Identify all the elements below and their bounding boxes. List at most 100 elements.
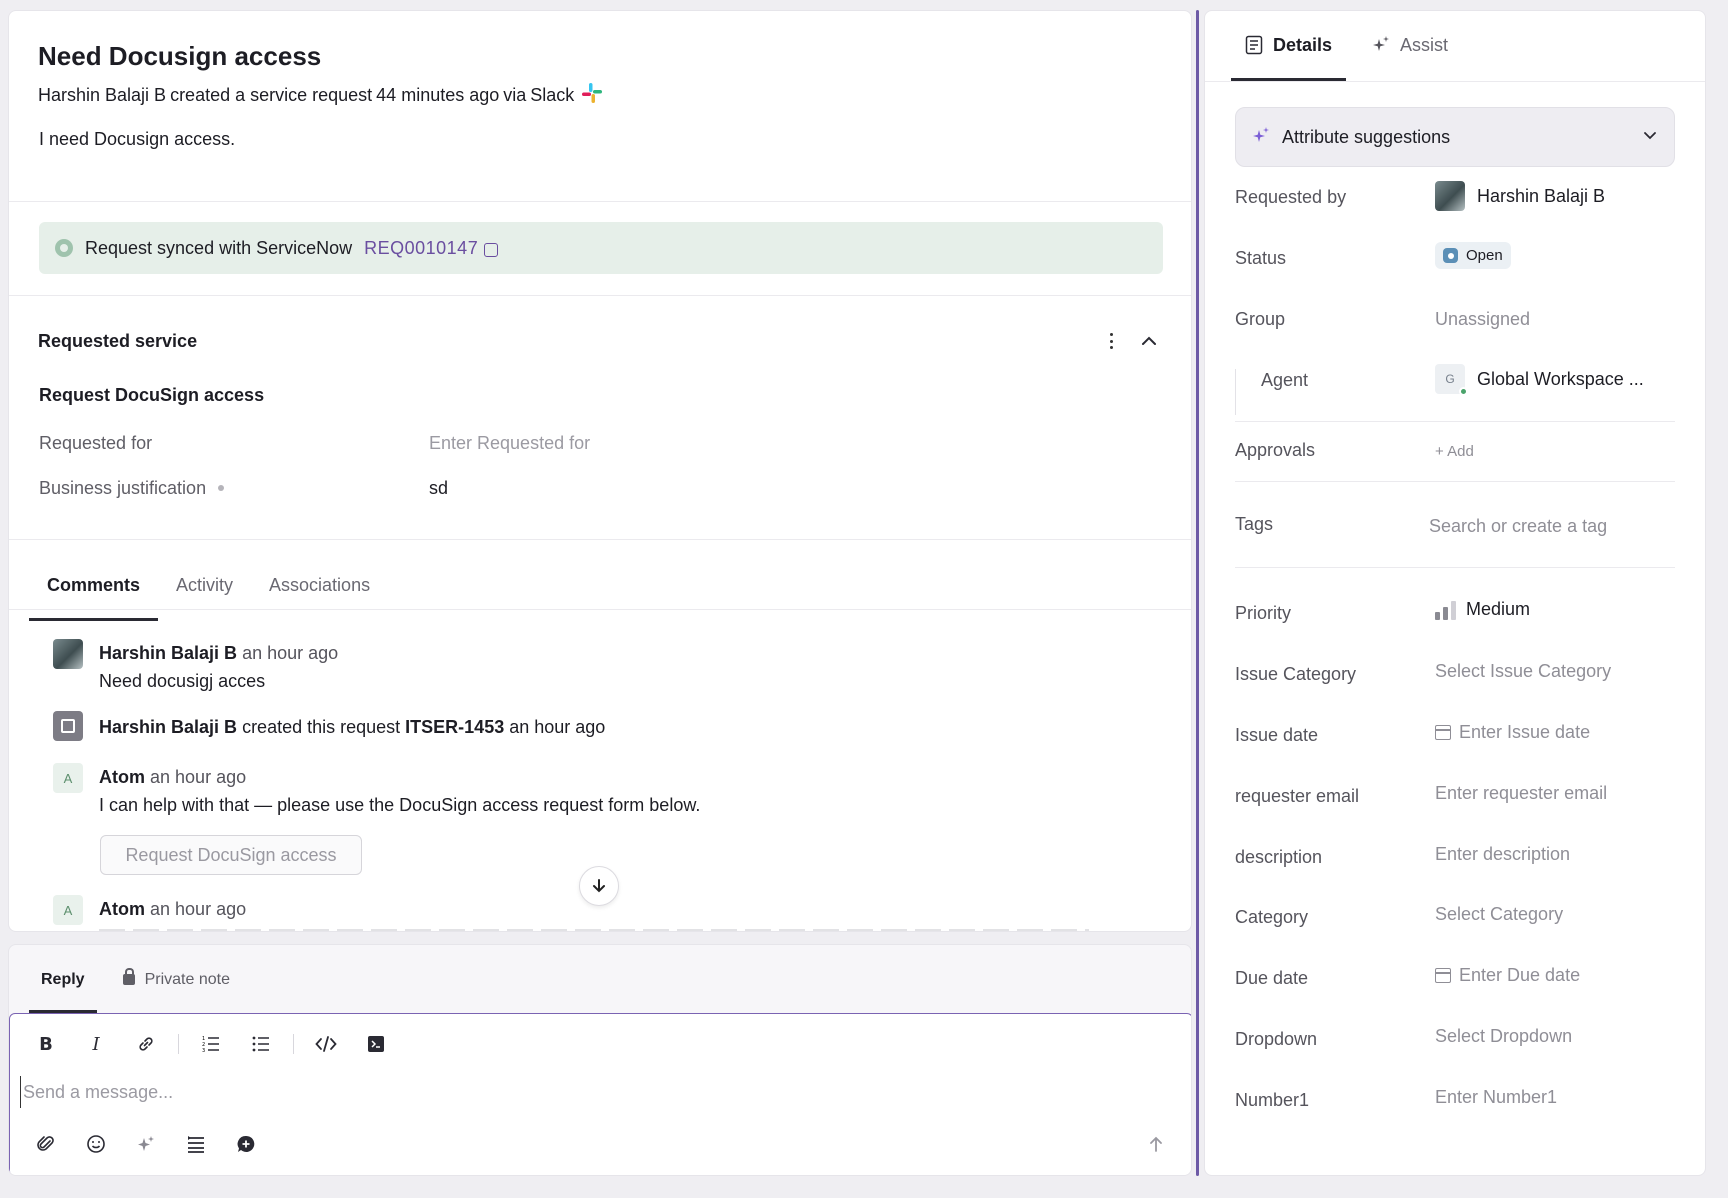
time-ago: 44 minutes ago [376,85,500,105]
divider [9,609,1191,610]
avatar: A [53,763,83,793]
ticket-panel: Need Docusign access Harshin Balaji B cr… [8,10,1192,932]
tab-assist[interactable]: Assist [1358,11,1462,81]
requested-for-input[interactable]: Enter Requested for [429,433,590,454]
details-panel: Details Assist Attribute suggestions Req… [1204,10,1706,1176]
chevron-up-icon[interactable] [1139,331,1159,351]
system-event-icon [53,711,83,741]
bullet-list-icon[interactable] [239,1026,283,1062]
issue-date-input[interactable]: Enter Issue date [1435,722,1590,743]
scroll-down-button[interactable] [579,866,619,906]
priority-bars-icon [1435,600,1456,620]
italic-icon[interactable]: I [74,1026,118,1062]
due-date-input[interactable]: Enter Due date [1435,965,1580,986]
status-value[interactable]: Open [1435,242,1511,269]
ai-sparkle-icon[interactable] [124,1126,168,1162]
category-label: Category [1235,907,1309,927]
creator-name[interactable]: Harshin Balaji B [38,85,166,106]
attachment-icon[interactable] [24,1126,68,1162]
divider [9,539,1191,540]
tab-comments[interactable]: Comments [29,561,159,621]
external-link-icon[interactable] [484,243,499,257]
chat-plus-icon[interactable] [224,1126,268,1162]
avatar: G [1435,364,1468,396]
tags-label: Tags [1235,514,1274,534]
code-icon[interactable] [304,1026,348,1062]
business-justification-value[interactable]: sd [429,478,448,499]
comment-item: A [53,895,83,925]
more-options-icon[interactable] [1103,331,1119,351]
arrow-up-icon [1150,1136,1162,1152]
truncated-comment-text [99,929,1089,931]
panel-resize-handle[interactable] [1196,10,1199,1176]
comment-time: an hour ago [509,717,606,737]
requested-by-label: Requested by [1235,187,1347,207]
requested-by-value[interactable]: Harshin Balaji B [1435,181,1605,211]
tab-reply[interactable]: Reply [29,945,97,1013]
request-ref[interactable]: ITSER-1453 [405,717,504,737]
dropdown-select[interactable]: Select Dropdown [1435,1026,1572,1047]
ticket-title: Need Docusign access [38,41,322,71]
business-justification-label: Business justification [39,478,225,499]
tags-input[interactable]: Search or create a tag [1429,516,1607,537]
canned-response-icon[interactable] [174,1126,218,1162]
slack-icon [580,81,604,110]
bold-icon[interactable]: B [24,1026,68,1062]
tab-private-note[interactable]: Private note [111,945,242,1013]
tab-associations[interactable]: Associations [251,561,388,621]
editor-actions [24,1126,268,1162]
category-select[interactable]: Select Category [1435,904,1563,925]
comment-author[interactable]: Atom [99,767,145,787]
comment-header: Atom an hour ago [99,899,246,920]
divider [1235,421,1675,422]
issue-category-select[interactable]: Select Issue Category [1435,661,1611,682]
document-icon [1245,35,1263,55]
message-input[interactable] [20,1076,1120,1108]
comment-action: created this request [242,717,401,737]
avatar [1435,181,1465,211]
created-text: created a service request [170,85,373,105]
requested-for-label: Requested for [39,433,153,453]
emoji-icon[interactable] [74,1126,118,1162]
add-approval-button[interactable]: + Add [1435,443,1474,460]
code-block-icon[interactable] [354,1026,398,1062]
via-text: via [503,85,527,105]
arrow-down-icon [593,879,605,893]
comment-item [53,639,83,674]
comment-author[interactable]: Harshin Balaji B [99,717,237,737]
comment-time: an hour ago [150,899,247,919]
group-value[interactable]: Unassigned [1435,309,1530,330]
divider [9,201,1191,202]
tab-activity[interactable]: Activity [158,561,251,621]
comment-body: I can help with that — please use the Do… [99,795,701,815]
description-label: description [1235,847,1323,867]
comment-header: Harshin Balaji B an hour ago [99,643,338,664]
description-input[interactable]: Enter description [1435,844,1570,865]
priority-label: Priority [1235,603,1292,623]
required-indicator [218,485,225,491]
status-badge[interactable]: Open [1435,242,1511,269]
numbered-list-icon[interactable]: 123 [189,1026,233,1062]
comment-item [53,711,83,741]
comment-body: Need docusigj acces [99,671,266,691]
priority-value[interactable]: Medium [1435,599,1530,620]
tab-details[interactable]: Details [1231,11,1347,81]
servicenow-ref-link[interactable]: REQ0010147 [364,238,478,259]
issue-category-label: Issue Category [1235,664,1357,684]
comment-time: an hour ago [242,643,339,663]
send-button[interactable] [1142,1130,1170,1158]
number1-input[interactable]: Enter Number1 [1435,1087,1557,1108]
attribute-suggestions-dropdown[interactable]: Attribute suggestions [1235,107,1675,167]
agent-value[interactable]: G Global Workspace ... [1435,364,1644,396]
comment-author[interactable]: Harshin Balaji B [99,643,237,663]
requester-email-input[interactable]: Enter requester email [1435,783,1607,804]
ticket-description: I need Docusign access. [39,129,236,149]
requester-email-label: requester email [1235,786,1360,806]
requested-service-title: Requested service [38,331,198,351]
request-docusign-access-button[interactable]: Request DocuSign access [100,835,362,875]
avatar: A [53,895,83,925]
reply-tabs: Reply Private note [29,945,242,1013]
link-icon[interactable] [124,1026,168,1062]
comment-author[interactable]: Atom [99,899,145,919]
comment-item: A [53,763,83,793]
